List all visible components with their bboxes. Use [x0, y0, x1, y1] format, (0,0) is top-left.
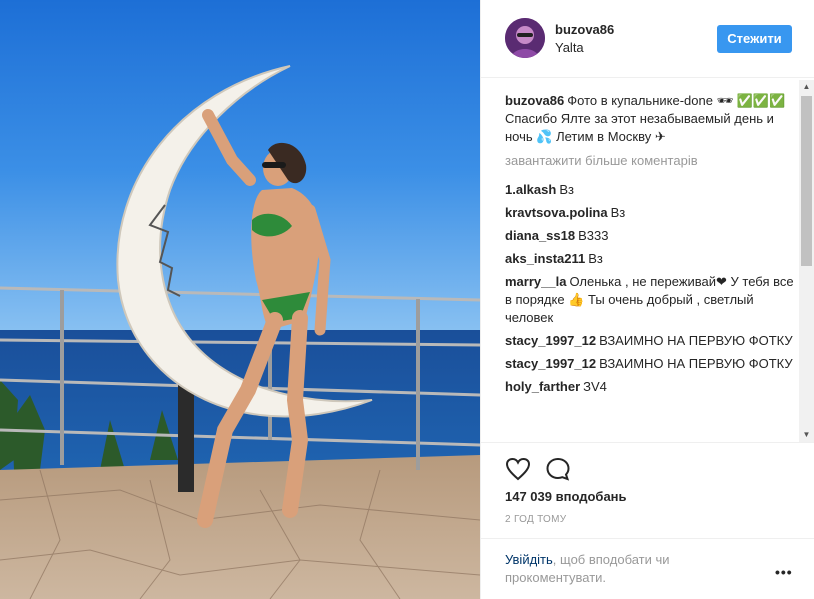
- avatar-picture: [505, 18, 545, 58]
- heart-icon[interactable]: [505, 457, 531, 486]
- header-username[interactable]: buzova86: [555, 22, 614, 37]
- comment-username[interactable]: diana_ss18: [505, 228, 575, 243]
- comment-username[interactable]: marry__la: [505, 274, 566, 289]
- login-prompt-text: Увійдіть, щоб вподобати чи прокоментуват…: [505, 551, 735, 587]
- post-header: buzova86 Yalta Стежити: [481, 0, 814, 78]
- comment-item: stacy_1997_12 ВЗАИМНО НА ПЕРВУЮ ФОТКУ: [505, 332, 801, 350]
- caption-username[interactable]: buzova86: [505, 93, 564, 108]
- post-actions: 147 039 вподобань 2 ГОД ТОМУ: [481, 442, 814, 542]
- header-location[interactable]: Yalta: [555, 40, 584, 55]
- post-timestamp[interactable]: 2 ГОД ТОМУ: [505, 514, 566, 525]
- comment-item: 1.alkash Вз: [505, 181, 801, 199]
- likes-count[interactable]: 147 039 вподобань: [505, 489, 627, 504]
- post-container: buzova86 Yalta Стежити buzova86 Фото в ку…: [0, 0, 814, 599]
- more-options-icon[interactable]: •••: [775, 564, 793, 580]
- comment-username[interactable]: stacy_1997_12: [505, 333, 596, 348]
- comment-username[interactable]: kravtsova.polina: [505, 205, 608, 220]
- comment-username[interactable]: aks_insta211: [505, 251, 585, 266]
- avatar[interactable]: [505, 18, 545, 58]
- comment-username[interactable]: 1.alkash: [505, 182, 556, 197]
- comment-item: kravtsova.polina Вз: [505, 204, 801, 222]
- login-prompt: Увійдіть, щоб вподобати чи прокоментуват…: [481, 538, 814, 599]
- comments-scrollbar[interactable]: ▲ ▼: [799, 80, 814, 442]
- comment-item: aks_insta211 Вз: [505, 250, 801, 268]
- post-photo[interactable]: [0, 0, 480, 599]
- comment-bubble-icon[interactable]: [545, 457, 571, 486]
- scrollbar-thumb[interactable]: [801, 96, 812, 266]
- comment-item: stacy_1997_12 ВЗАИМНО НА ПЕРВУЮ ФОТКУ: [505, 355, 801, 373]
- load-more-comments-link[interactable]: завантажити більше коментарів: [505, 152, 801, 170]
- comment-text: Вз: [559, 182, 574, 197]
- comment-text: Вз: [588, 251, 603, 266]
- comment-item: diana_ss18 B333: [505, 227, 801, 245]
- scroll-down-arrow-icon[interactable]: ▼: [799, 428, 814, 442]
- comment-text: Вз: [610, 205, 626, 220]
- comment-text: ВЗАИМНО НА ПЕРВУЮ ФОТКУ: [599, 356, 793, 371]
- photo-illustration: [0, 0, 480, 599]
- caption: buzova86 Фото в купальнике-done 🕶 ✅✅✅ Спа…: [505, 92, 801, 146]
- comment-item: holy_farther ЗV4: [505, 378, 801, 396]
- comments-list: buzova86 Фото в купальнике-done 🕶 ✅✅✅ Спа…: [505, 92, 801, 442]
- comment-username[interactable]: holy_farther: [505, 379, 580, 394]
- login-link[interactable]: Увійдіть: [505, 552, 553, 567]
- comment-text: B333: [578, 228, 609, 243]
- comment-text: ЗV4: [583, 379, 607, 394]
- follow-button[interactable]: Стежити: [717, 25, 792, 53]
- comment-username[interactable]: stacy_1997_12: [505, 356, 596, 371]
- post-sidebar: buzova86 Yalta Стежити buzova86 Фото в ку…: [480, 0, 814, 599]
- scroll-up-arrow-icon[interactable]: ▲: [799, 80, 814, 94]
- comment-item: marry__la Оленька , не переживай❤ У тебя …: [505, 273, 801, 327]
- comment-text: ВЗАИМНО НА ПЕРВУЮ ФОТКУ: [599, 333, 793, 348]
